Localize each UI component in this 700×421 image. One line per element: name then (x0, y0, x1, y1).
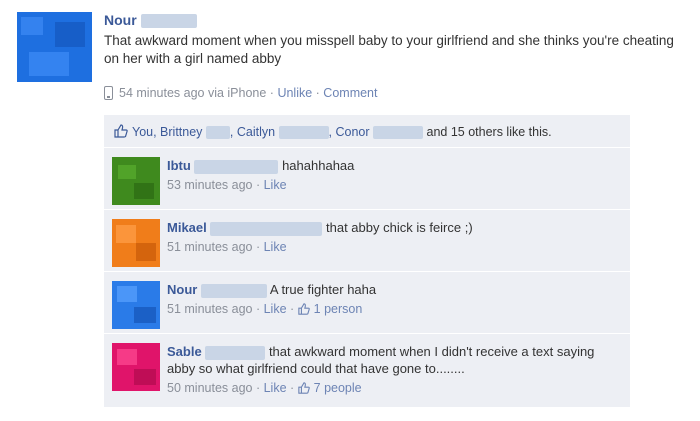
unlike-link[interactable]: Unlike (277, 86, 312, 100)
post-time[interactable]: 54 minutes ago via iPhone (119, 86, 266, 100)
comment-likes-count[interactable]: 7 people (314, 381, 362, 395)
comment-author[interactable]: Nour (167, 282, 197, 297)
post-header: Nour That awkward moment when you misspe… (104, 12, 680, 68)
comment: Sable that awkward moment when I didn't … (104, 334, 630, 408)
post-avatar[interactable] (17, 12, 92, 82)
comment-avatar[interactable] (112, 343, 160, 391)
redacted-name (373, 126, 424, 140)
redacted-name (210, 221, 323, 236)
post-author-name[interactable]: Nour (104, 12, 137, 28)
comment-like-link[interactable]: Like (264, 240, 287, 254)
comment: Nour A true fighter haha 51 minutes ago … (104, 272, 630, 334)
redacted-name (194, 159, 279, 174)
thumbs-up-icon (114, 124, 128, 138)
comment-author[interactable]: Sable (167, 344, 202, 359)
comment-avatar[interactable] (112, 281, 160, 329)
likes-summary: You, Brittney , Caitlyn , Conor and 15 o… (104, 115, 630, 148)
comment: Mikael that abby chick is feirce ;) 51 m… (104, 210, 630, 272)
comment-likes-count[interactable]: 1 person (314, 302, 363, 316)
redacted-name (205, 345, 266, 360)
like-name-caitlyn[interactable]: , Caitlyn (230, 125, 275, 139)
thumbs-up-icon (297, 382, 310, 394)
redacted-name (278, 126, 329, 140)
redacted-name (205, 126, 230, 140)
redacted-name (200, 283, 267, 298)
comment-author[interactable]: Ibtu (167, 158, 191, 173)
comment-avatar[interactable] (112, 157, 160, 205)
comment-author[interactable]: Mikael (167, 220, 207, 235)
comment: Ibtu hahahhahaa 53 minutes ago · Like (104, 148, 630, 210)
like-name-you[interactable]: You, Brittney (132, 125, 202, 139)
comment-link[interactable]: Comment (323, 86, 377, 100)
comment-avatar[interactable] (112, 219, 160, 267)
comment-text: A true fighter haha (269, 282, 377, 297)
comments-panel: You, Brittney , Caitlyn , Conor and 15 o… (104, 115, 630, 408)
comment-text: that abby chick is feirce ;) (326, 220, 473, 235)
comment-time[interactable]: 51 minutes ago (167, 302, 252, 316)
redacted-name (140, 14, 197, 29)
comment-like-link[interactable]: Like (264, 381, 287, 395)
likes-others[interactable]: and 15 others like this. (427, 125, 552, 139)
comment-time[interactable]: 51 minutes ago (167, 240, 252, 254)
post-meta: 54 minutes ago via iPhone · Unlike · Com… (104, 86, 377, 100)
post-text: That awkward moment when you misspell ba… (104, 33, 674, 67)
comment-time[interactable]: 50 minutes ago (167, 381, 252, 395)
comment-like-link[interactable]: Like (264, 302, 287, 316)
thumbs-up-icon (297, 303, 310, 315)
like-name-conor[interactable]: , Conor (329, 125, 370, 139)
comment-text: hahahhahaa (282, 158, 355, 173)
comment-like-link[interactable]: Like (264, 178, 287, 192)
comment-time[interactable]: 53 minutes ago (167, 178, 252, 192)
phone-icon (104, 86, 113, 100)
